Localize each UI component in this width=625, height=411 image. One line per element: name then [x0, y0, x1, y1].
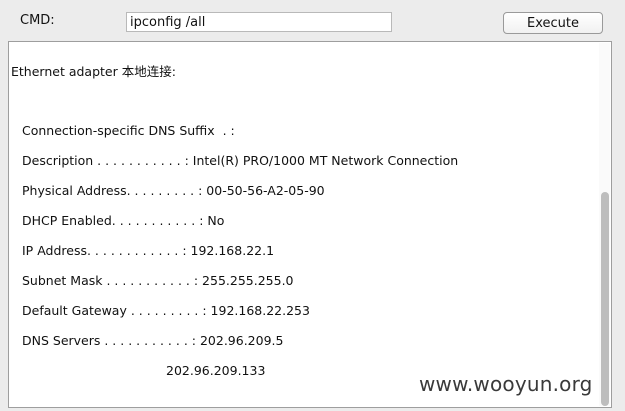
output-line-ip-address: IP Address. . . . . . . . . . . . : 192.…: [22, 243, 275, 258]
watermark: www.wooyun.org: [419, 372, 593, 396]
output-line-dns-suffix: Connection-specific DNS Suffix . :: [22, 123, 235, 138]
output-line-dhcp-enabled: DHCP Enabled. . . . . . . . . . . : No: [22, 213, 225, 228]
output-header: Ethernet adapter 本地连接:: [11, 64, 176, 79]
scrollbar-thumb[interactable]: [601, 192, 609, 406]
output-line-dns-servers-secondary: 202.96.209.133: [166, 363, 266, 378]
output-line-physical-address: Physical Address. . . . . . . . . : 00-5…: [22, 183, 325, 198]
output-line-default-gateway: Default Gateway . . . . . . . . . : 192.…: [22, 303, 310, 318]
output-panel[interactable]: Ethernet adapter 本地连接: Connection-specif…: [8, 41, 612, 408]
cmd-label: CMD:: [20, 13, 55, 28]
command-input[interactable]: [126, 12, 392, 32]
output-line-subnet-mask: Subnet Mask . . . . . . . . . . . : 255.…: [22, 273, 294, 288]
execute-button[interactable]: Execute: [503, 12, 603, 34]
output-line-description: Description . . . . . . . . . . . : Inte…: [22, 153, 459, 168]
output-line-dns-servers: DNS Servers . . . . . . . . . . . : 202.…: [22, 333, 284, 348]
